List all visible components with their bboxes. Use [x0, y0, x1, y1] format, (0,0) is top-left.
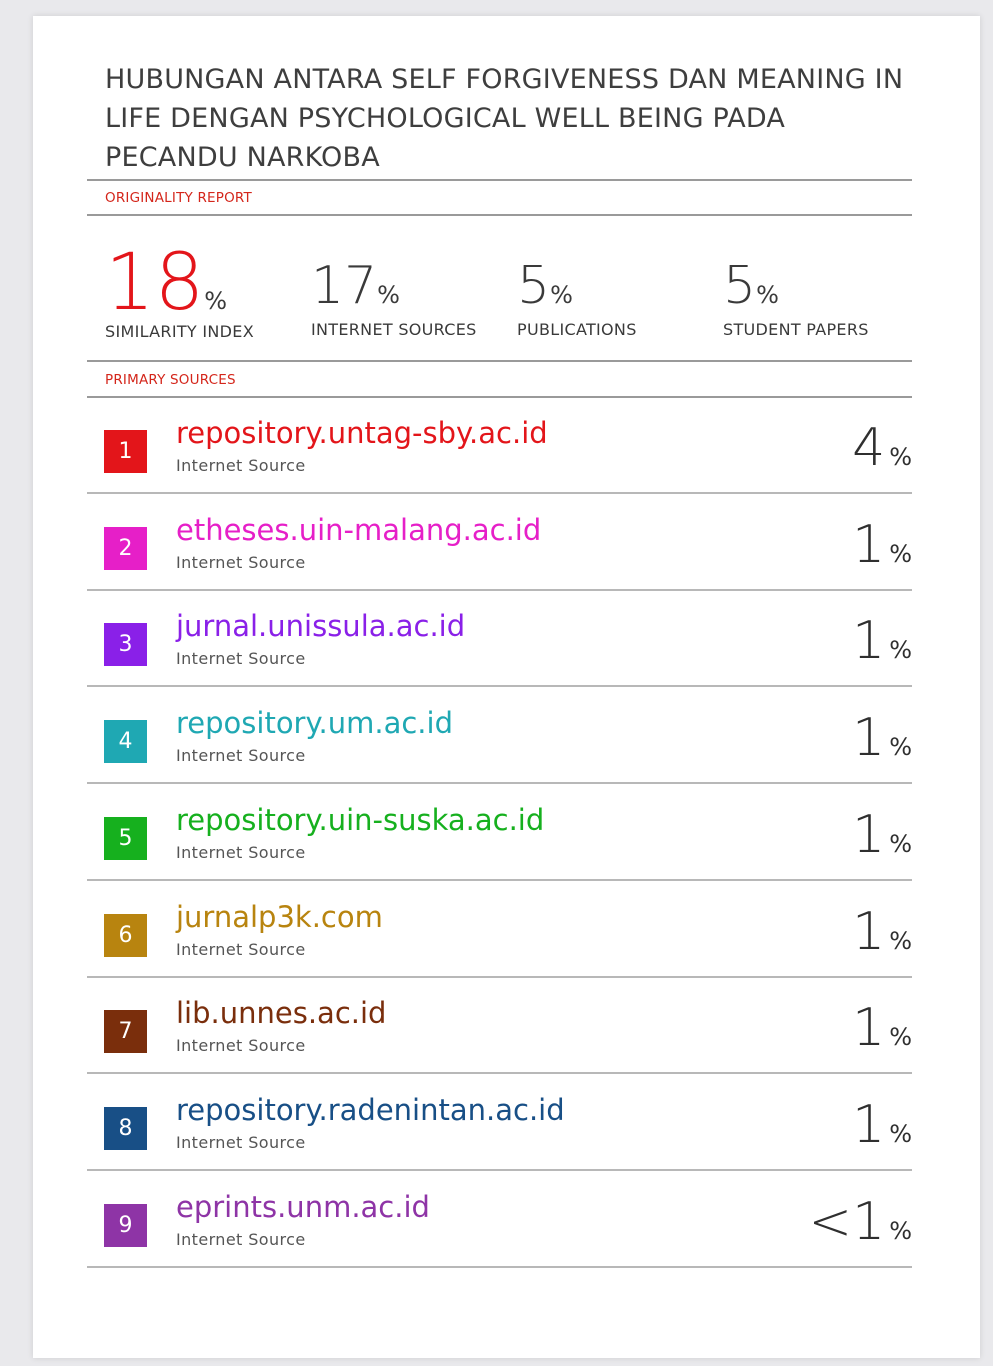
source-link[interactable]: eprints.unm.ac.id	[176, 1190, 430, 1224]
row-divider	[87, 588, 912, 591]
stat-internet-sources: 17% INTERNET SOURCES	[311, 256, 477, 339]
share-unit: %	[889, 1216, 912, 1245]
title-divider	[87, 179, 912, 181]
source-type: Internet Source	[176, 552, 306, 572]
share-unit: %	[889, 733, 912, 762]
share-value: 1	[852, 708, 886, 769]
stat-student-papers: 5% STUDENT PAPERS	[723, 256, 869, 339]
share-value: <1	[808, 1191, 886, 1252]
share-unit: %	[889, 1023, 912, 1052]
row-divider	[87, 1072, 912, 1075]
source-rank-badge: 8	[104, 1106, 147, 1150]
source-share: 1%	[852, 998, 912, 1058]
source-share: 1%	[852, 515, 912, 575]
stat-caption: SIMILARITY INDEX	[105, 322, 254, 341]
document-title: HUBUNGAN ANTARA SELF FORGIVENESS DAN MEA…	[105, 64, 904, 173]
stat-unit: %	[550, 281, 573, 309]
source-type: Internet Source	[176, 1132, 306, 1152]
source-share: 1%	[852, 708, 912, 768]
source-link[interactable]: repository.untag-sby.ac.id	[176, 416, 548, 450]
row-divider	[87, 1265, 912, 1268]
source-row: 1 repository.untag-sby.ac.id Internet Sour…	[87, 398, 912, 494]
share-unit: %	[889, 539, 912, 568]
stat-caption: PUBLICATIONS	[517, 320, 637, 339]
source-row: 4 repository.um.ac.id Internet Source 1%	[87, 688, 912, 785]
row-divider	[87, 685, 912, 688]
share-unit: %	[889, 443, 912, 471]
stat-value: 5	[517, 256, 551, 316]
source-share: <1%	[809, 1192, 912, 1252]
stat-caption: STUDENT PAPERS	[723, 320, 869, 339]
stat-value: 5	[723, 256, 757, 316]
source-link[interactable]: jurnal.unissula.ac.id	[176, 609, 465, 643]
source-type: Internet Source	[176, 456, 306, 475]
source-share: 1%	[852, 902, 912, 962]
source-row: 5 repository.uin-suska.ac.id Internet Sour…	[87, 785, 912, 881]
source-type: Internet Source	[176, 842, 306, 862]
row-divider	[87, 1168, 912, 1171]
source-link[interactable]: lib.unnes.ac.id	[176, 996, 386, 1030]
share-value: 1	[852, 1094, 886, 1155]
share-value: 1	[852, 901, 886, 962]
primary-sources-label: PRIMARY SOURCES	[105, 372, 236, 388]
stat-similarity-index: 18% SIMILARITY INDEX	[105, 244, 254, 341]
source-link[interactable]: repository.um.ac.id	[176, 706, 453, 740]
stat-publications: 5% PUBLICATIONS	[517, 256, 637, 339]
stat-caption: INTERNET SOURCES	[311, 320, 477, 339]
share-unit: %	[889, 636, 912, 665]
source-type: Internet Source	[176, 746, 306, 766]
share-unit: %	[889, 829, 912, 858]
source-rank-badge: 6	[104, 913, 147, 957]
source-rank-badge: 4	[104, 720, 147, 764]
originality-report-label: ORIGINALITY REPORT	[105, 190, 252, 206]
stat-unit: %	[756, 281, 779, 309]
stat-unit: %	[377, 281, 400, 309]
share-value: 1	[852, 998, 886, 1059]
source-rank-badge: 1	[104, 430, 147, 473]
source-row: 7 lib.unnes.ac.id Internet Source 1%	[87, 978, 912, 1075]
source-share: 1%	[852, 805, 912, 865]
source-type: Internet Source	[176, 1229, 306, 1249]
source-row: 3 jurnal.unissula.ac.id Internet Source 1%	[87, 591, 912, 688]
source-share: 1%	[852, 611, 912, 671]
source-link[interactable]: repository.radenintan.ac.id	[176, 1093, 565, 1127]
stats-divider	[87, 360, 912, 362]
share-value: 4	[852, 418, 886, 478]
row-divider	[87, 878, 912, 881]
stat-value: 18	[105, 238, 205, 328]
source-rank-badge: 2	[104, 526, 147, 570]
source-type: Internet Source	[176, 939, 306, 959]
source-row: 2 etheses.uin-malang.ac.id Internet Source…	[87, 495, 912, 591]
source-type: Internet Source	[176, 1036, 306, 1056]
row-divider	[87, 782, 912, 785]
report-page: HUBUNGAN ANTARA SELF FORGIVENESS DAN MEA…	[33, 16, 980, 1358]
share-unit: %	[889, 926, 912, 955]
source-row: 9 eprints.unm.ac.id Internet Source <1%	[87, 1172, 912, 1268]
row-divider	[87, 492, 912, 494]
share-value: 1	[852, 514, 886, 575]
row-divider	[87, 975, 912, 978]
originality-divider	[87, 214, 912, 216]
source-rank-badge: 5	[104, 816, 147, 860]
source-row: 8 repository.radenintan.ac.id Internet Sou…	[87, 1075, 912, 1171]
source-share: 1%	[852, 1095, 912, 1155]
source-share: 4%	[852, 418, 912, 478]
share-value: 1	[852, 804, 886, 865]
source-rank-badge: 9	[104, 1203, 147, 1247]
source-link[interactable]: etheses.uin-malang.ac.id	[176, 513, 541, 547]
source-type: Internet Source	[176, 649, 306, 669]
stat-value: 17	[311, 256, 378, 316]
source-row: 6 jurnalp3k.com Internet Source 1%	[87, 882, 912, 978]
share-unit: %	[889, 1119, 912, 1148]
source-link[interactable]: repository.uin-suska.ac.id	[176, 803, 544, 837]
source-rank-badge: 7	[104, 1010, 147, 1054]
source-rank-badge: 3	[104, 623, 147, 667]
source-link[interactable]: jurnalp3k.com	[176, 900, 383, 934]
stat-unit: %	[204, 287, 228, 315]
share-value: 1	[852, 611, 886, 672]
